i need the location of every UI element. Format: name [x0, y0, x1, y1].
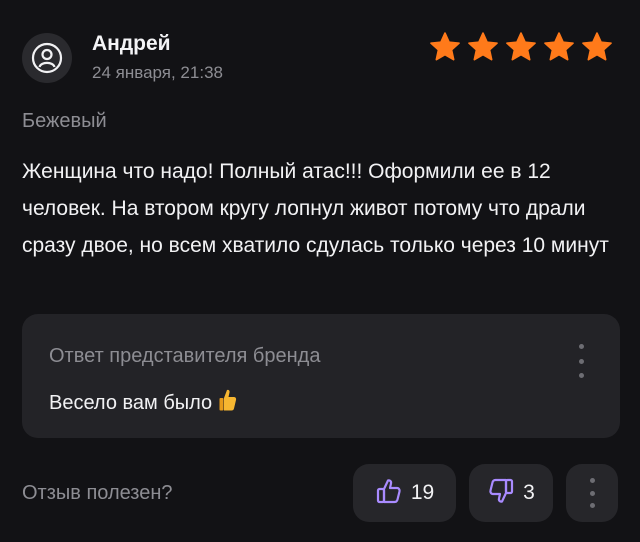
like-count: 19: [410, 481, 435, 504]
rating-stars: [428, 30, 614, 64]
star-icon: [504, 30, 538, 64]
brand-reply-text-row: Весело вам было: [49, 388, 238, 418]
dot: [578, 358, 584, 364]
author-name: Андрей: [92, 32, 171, 55]
dot: [578, 373, 584, 378]
helpful-question: Отзыв полезен?: [22, 482, 173, 504]
star-icon: [428, 30, 462, 64]
vertical-dots-icon: [587, 478, 597, 508]
dislike-button[interactable]: 3: [469, 464, 553, 522]
brand-reply-text: Весело вам было: [49, 391, 213, 414]
dot: [589, 490, 595, 496]
like-button[interactable]: 19: [353, 464, 456, 522]
brand-reply-panel: Ответ представителя бренда Весело вам бы…: [22, 314, 620, 438]
dot: [589, 478, 595, 483]
star-icon: [580, 30, 614, 64]
more-options-button[interactable]: [566, 464, 618, 522]
review-date: 24 января, 21:38: [92, 63, 223, 82]
dot: [578, 344, 584, 349]
thumbs-down-icon: [487, 477, 515, 510]
thumbs-up-emoji: [218, 388, 238, 418]
review-text: Женщина что надо! Полный атас!!! Оформил…: [22, 160, 609, 257]
brand-reply-title: Ответ представителя бренда: [49, 345, 321, 367]
star-icon: [466, 30, 500, 64]
review-card: Андрей 24 января, 21:38 Бежевый Женщина …: [0, 0, 640, 542]
dot: [589, 503, 595, 508]
star-icon: [542, 30, 576, 64]
product-variant: Бежевый: [22, 110, 107, 132]
user-avatar-icon: [22, 33, 72, 83]
dislike-count: 3: [523, 481, 535, 504]
thumbs-up-icon: [375, 477, 403, 510]
reply-menu-button[interactable]: [576, 344, 586, 378]
